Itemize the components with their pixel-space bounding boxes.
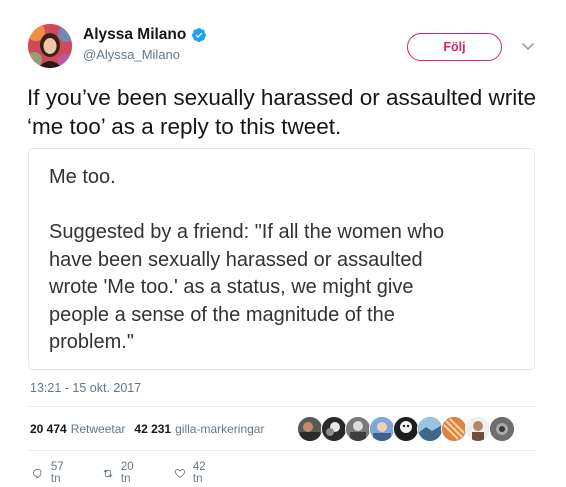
like-count: 42 tn [192, 461, 206, 485]
liker-avatar[interactable] [441, 416, 467, 442]
retweets-stat[interactable]: 20 474 Retweetar [30, 422, 125, 436]
retweet-icon [103, 469, 113, 477]
reply-icon [33, 468, 42, 478]
follow-button[interactable]: Följ [407, 33, 502, 61]
reply-count: 57 tn [50, 461, 64, 485]
image-text-line: problem." [49, 331, 134, 353]
engagement-stats: 20 474 Retweetar 42 231 gilla-markeringar [30, 422, 264, 436]
image-text-line: people a sense of the magnitude of the [49, 304, 395, 326]
divider [28, 406, 535, 407]
retweet-button[interactable]: 20 tn [102, 461, 139, 485]
liker-avatar[interactable] [465, 416, 491, 442]
tweet-card: Alyssa Milano @Alyssa_Milano Följ If you… [0, 0, 566, 487]
divider [28, 450, 535, 451]
retweet-count: 20 tn [120, 461, 134, 485]
liker-avatar[interactable] [297, 416, 323, 442]
image-text-line: Me too. [49, 166, 116, 188]
likes-stat[interactable]: 42 231 gilla-markeringar [134, 422, 264, 436]
liker-avatar[interactable] [369, 416, 395, 442]
image-text-line: wrote 'Me too.' as a status, we might gi… [49, 276, 414, 298]
liker-avatar[interactable] [321, 416, 347, 442]
liker-avatar[interactable] [393, 416, 419, 442]
liker-avatar[interactable] [417, 416, 443, 442]
chevron-down-icon[interactable] [520, 38, 536, 54]
tweet-image[interactable]: Me too. Suggested by a friend: "If all t… [28, 148, 535, 370]
avatar[interactable] [28, 24, 72, 68]
retweets-label: Retweetar [70, 422, 126, 436]
heart-icon [174, 468, 186, 478]
like-button[interactable]: 42 tn [174, 461, 211, 485]
retweets-count: 20 474 [30, 422, 67, 436]
liker-avatar[interactable] [489, 416, 515, 442]
tweet-timestamp[interactable]: 13:21 - 15 okt. 2017 [30, 381, 141, 395]
image-text-line: Suggested by a friend: "If all the women… [49, 221, 445, 243]
likes-count: 42 231 [134, 422, 172, 436]
tweet-text: If you’ve been sexually harassed or assa… [27, 85, 537, 139]
user-handle[interactable]: @Alyssa_Milano [83, 47, 180, 62]
name-row: Alyssa Milano [83, 26, 207, 44]
reply-button[interactable]: 57 tn [32, 461, 69, 485]
verified-badge-icon [192, 28, 207, 42]
liker-avatar[interactable] [345, 416, 371, 442]
likes-label: gilla-markeringar [175, 422, 265, 436]
avatar-image [28, 24, 72, 68]
image-text-line: have been sexually harassed or assaulted [49, 249, 423, 271]
display-name[interactable]: Alyssa Milano [83, 26, 186, 44]
